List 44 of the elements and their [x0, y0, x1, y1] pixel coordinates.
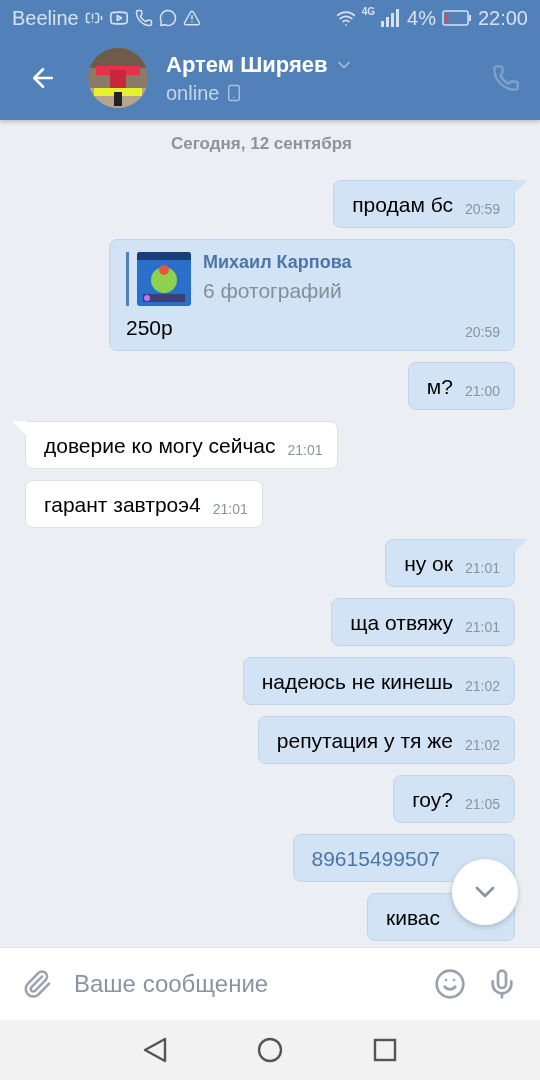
back-nav-icon[interactable]	[143, 1037, 167, 1063]
chat-icon	[158, 9, 177, 27]
network-type: 4G	[361, 6, 376, 17]
message-text: 250р	[126, 316, 173, 340]
message-text: ну ок	[404, 552, 453, 576]
forward-author[interactable]: Михаил Карпова	[203, 252, 352, 273]
video-icon	[108, 8, 129, 28]
message-composer[interactable]: Ваше сообщение	[0, 947, 540, 1020]
message-text: гарант завтроэ4	[44, 493, 201, 517]
contact-name[interactable]: Артем Ширяев	[166, 51, 328, 78]
battery-percent: 4%	[407, 6, 436, 30]
phone-link[interactable]: 89615499507	[311, 847, 440, 871]
attach-button[interactable]	[22, 969, 52, 999]
message-text: продам бс	[352, 193, 453, 217]
message-time: 20:59	[464, 324, 500, 340]
message-time: 21:00	[464, 383, 500, 399]
clock-time: 22:00	[477, 6, 528, 30]
message-text: м?	[426, 375, 453, 399]
attachment-count[interactable]: 6 фотографий	[203, 279, 352, 303]
message-time: 21:01	[464, 619, 500, 635]
message-time: 21:01	[287, 442, 323, 458]
signal-icon	[381, 9, 402, 27]
battery-icon	[441, 10, 472, 26]
carrier-name: Beeline	[12, 6, 79, 30]
message-text: репутация у тя же	[276, 729, 453, 753]
phone-icon	[134, 9, 153, 27]
message-time: 20:59	[464, 201, 500, 217]
online-status: online	[166, 81, 220, 105]
message-text: надеюсь не кинешь	[261, 670, 453, 694]
message-time: 21:02	[464, 678, 500, 694]
message-text: ща отвяжу	[350, 611, 453, 635]
message-text: доверие ко могу сейчас	[44, 434, 276, 458]
wifi-icon	[335, 8, 356, 28]
message-time: 21:05	[464, 796, 500, 812]
emoji-button[interactable]	[434, 968, 466, 1000]
message-time: 21:01	[212, 501, 248, 517]
message-time: 21:02	[464, 737, 500, 753]
home-nav-icon[interactable]	[257, 1037, 283, 1063]
recents-nav-icon[interactable]	[373, 1038, 397, 1062]
message-text: гоу?	[412, 788, 453, 812]
warning-icon	[182, 9, 201, 27]
message-text: кивас	[385, 906, 440, 930]
message-time: 21:01	[464, 560, 500, 576]
call-button[interactable]	[492, 64, 520, 92]
